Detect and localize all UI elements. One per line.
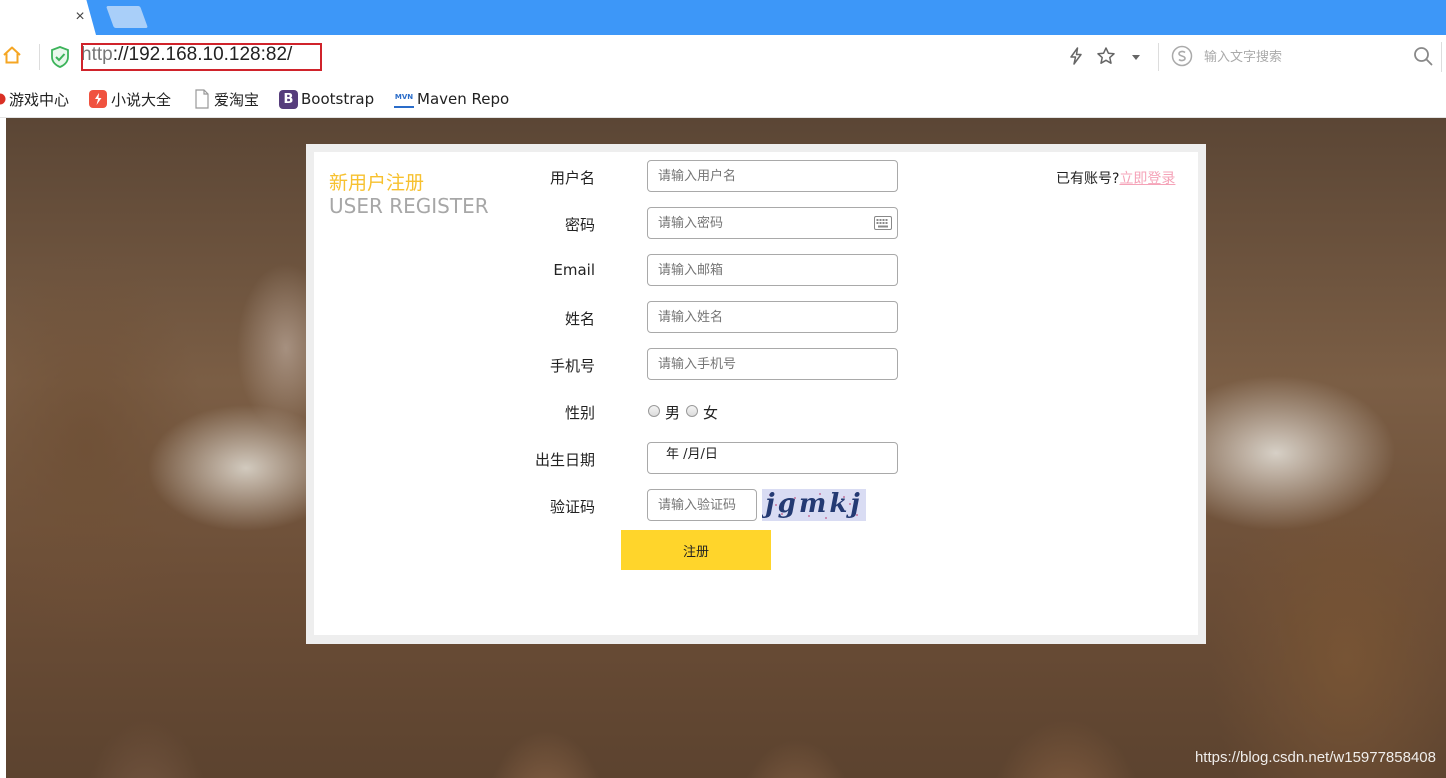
phone-input[interactable] <box>647 348 898 380</box>
gender-female-label[interactable]: 女 <box>703 402 718 423</box>
birthday-label: 出生日期 <box>534 451 595 469</box>
gender-label: 性别 <box>564 404 595 422</box>
bookmark-novels[interactable]: 小说大全 <box>88 88 171 110</box>
bookmark-label: Bootstrap <box>301 90 375 108</box>
login-link[interactable]: 立即登录 <box>1119 171 1175 187</box>
toolbar-divider <box>39 44 40 70</box>
chevron-down-icon[interactable] <box>1129 50 1143 64</box>
password-input[interactable] <box>647 207 898 239</box>
bookmark-label: Maven Repo <box>417 90 510 108</box>
name-label: 姓名 <box>564 310 595 328</box>
login-hint: 已有账号?立即登录 <box>1056 168 1175 188</box>
tab-bar <box>0 0 1446 35</box>
star-icon[interactable] <box>1096 46 1116 66</box>
name-input[interactable] <box>647 301 898 333</box>
toolbar-divider <box>1158 43 1159 71</box>
security-shield-icon[interactable] <box>50 46 70 68</box>
toolbar-edge <box>1441 42 1442 72</box>
bookmark-game-center[interactable]: 游戏中心 <box>0 88 69 110</box>
game-center-icon <box>0 93 6 105</box>
bookmark-maven-repo[interactable]: MVN Maven Repo <box>394 88 509 110</box>
bookmark-label: 爱淘宝 <box>214 90 260 109</box>
bootstrap-icon: B <box>279 89 298 109</box>
username-input[interactable] <box>647 160 898 192</box>
bookmark-label: 小说大全 <box>111 90 172 109</box>
bookmark-bootstrap[interactable]: B Bootstrap <box>279 88 374 110</box>
sogou-icon[interactable] <box>1171 45 1193 67</box>
gender-female-radio[interactable] <box>686 405 698 417</box>
login-prompt: 已有账号? <box>1056 171 1120 187</box>
register-title-cn: 新用户注册 <box>329 172 425 194</box>
home-icon[interactable] <box>2 45 22 65</box>
phone-label: 手机号 <box>549 357 595 375</box>
search-icon[interactable] <box>1412 45 1434 67</box>
captcha-image[interactable]: jgmkj <box>762 489 866 521</box>
gender-male-label[interactable]: 男 <box>665 402 680 423</box>
gender-male-radio[interactable] <box>648 405 660 417</box>
novel-icon <box>89 90 107 108</box>
email-label: Email <box>553 261 595 279</box>
url-highlight-box <box>81 43 322 71</box>
birthday-date-input[interactable]: 年 /月/日 <box>647 442 898 474</box>
register-title-en: USER REGISTER <box>329 194 489 218</box>
bookmark-label: 游戏中心 <box>9 90 70 109</box>
email-input[interactable] <box>647 254 898 286</box>
lightning-icon[interactable] <box>1066 46 1086 66</box>
register-submit-button[interactable]: 注册 <box>621 530 771 570</box>
page-icon <box>195 89 209 109</box>
password-label: 密码 <box>564 216 595 234</box>
captcha-label: 验证码 <box>549 498 595 516</box>
captcha-text: jgmkj <box>765 489 863 519</box>
bookmark-ai-taobao[interactable]: 爱淘宝 <box>193 88 259 110</box>
keyboard-icon[interactable] <box>874 216 892 230</box>
tab-close-icon[interactable]: × <box>71 8 89 26</box>
username-label: 用户名 <box>549 169 595 187</box>
captcha-input[interactable] <box>647 489 757 521</box>
maven-icon: MVN <box>394 90 414 108</box>
search-input[interactable] <box>1204 46 1404 68</box>
watermark-text: https://blog.csdn.net/w15977858408 <box>1194 749 1436 766</box>
